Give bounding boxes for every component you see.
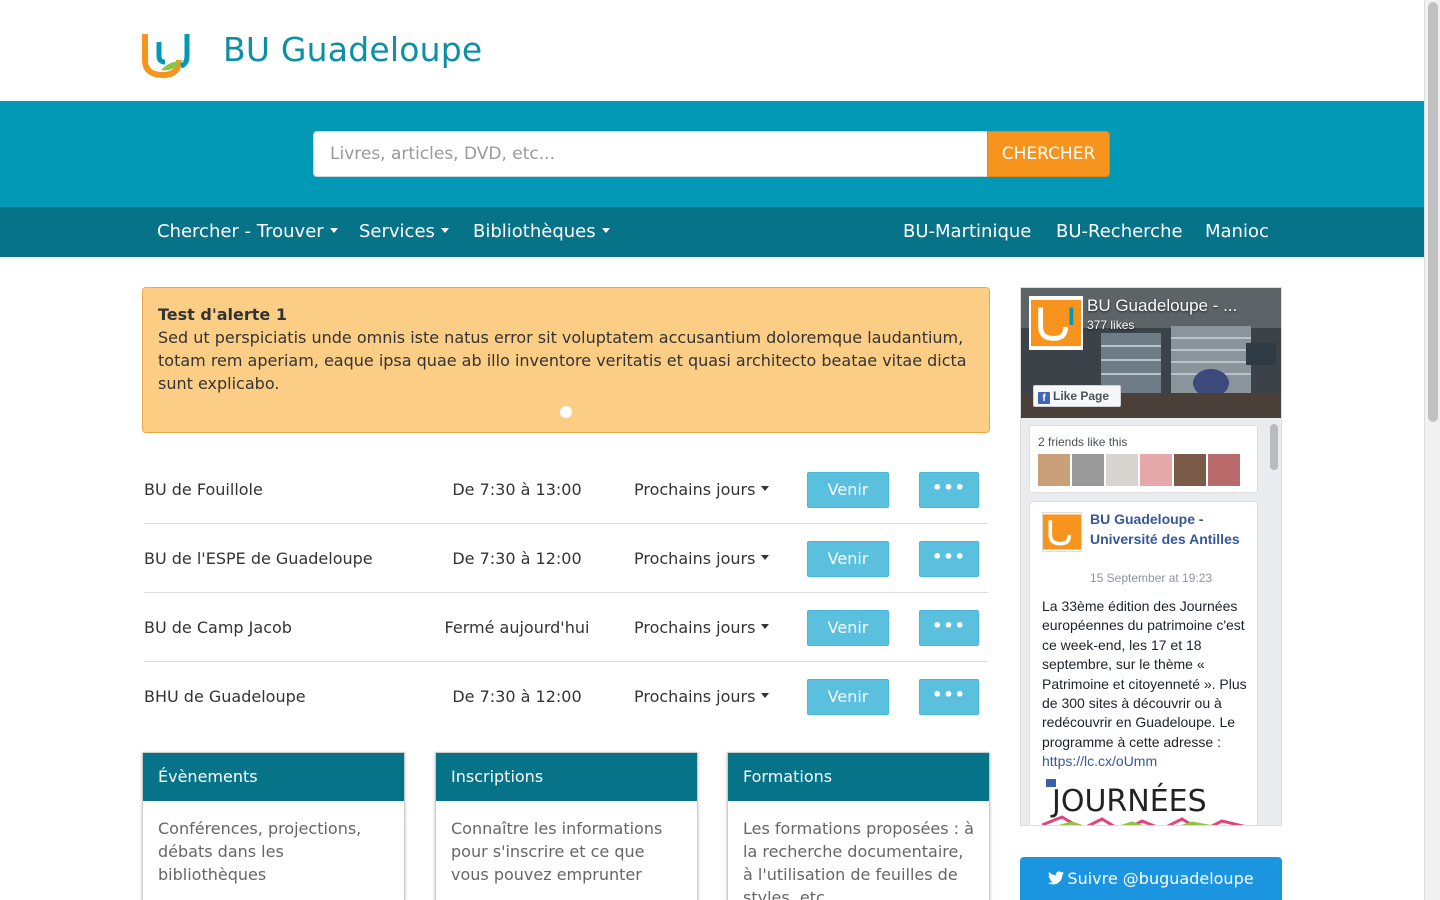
more-button[interactable]: ••• — [919, 610, 979, 646]
nav-label: Services — [359, 221, 435, 242]
library-row: BHU de Guadeloupe De 7:30 à 12:00 Procha… — [144, 662, 988, 731]
panel-title[interactable]: Évènements — [143, 753, 404, 801]
panel-body: Les formations proposées : à la recherch… — [743, 819, 974, 900]
friend-avatar[interactable] — [1072, 454, 1104, 486]
panel-inscriptions[interactable]: Inscriptions Connaître les informations … — [435, 752, 698, 900]
bu-logo[interactable] — [141, 30, 193, 78]
next-days-label: Prochains jours — [634, 480, 756, 499]
twitter-bird-icon — [1048, 871, 1065, 885]
next-days-dropdown[interactable]: Prochains jours — [634, 524, 770, 593]
next-days-label: Prochains jours — [634, 618, 756, 637]
alert-box: Test d'alerte 1 Sed ut perspiciatis unde… — [142, 287, 990, 433]
library-name: BU de l'ESPE de Guadeloupe — [144, 549, 373, 568]
library-row: BU de Fouillole De 7:30 à 13:00 Prochain… — [144, 455, 988, 524]
next-days-dropdown[interactable]: Prochains jours — [634, 662, 770, 731]
post-body: La 33ème édition des Journées européenne… — [1042, 598, 1247, 750]
caret-down-icon — [329, 227, 338, 233]
panel-title[interactable]: Inscriptions — [436, 753, 697, 801]
panel-body: Conférences, projections, débats dans le… — [158, 819, 362, 884]
facebook-like-button[interactable]: f Like Page — [1033, 385, 1121, 407]
post-author-avatar[interactable] — [1042, 512, 1082, 552]
panel-formations[interactable]: Formations Les formations proposées : à … — [727, 752, 990, 900]
facebook-likes-count: 377 likes — [1087, 318, 1135, 332]
search-button[interactable]: CHERCHER — [987, 131, 1110, 177]
friends-like-text: 2 friends like this — [1038, 435, 1128, 449]
site-header: BU Guadeloupe — [0, 0, 1424, 101]
library-name: BU de Fouillole — [144, 480, 263, 499]
twitter-follow-label: Suivre @buguadeloupe — [1067, 869, 1254, 888]
page-scrollbar[interactable] — [1424, 0, 1440, 900]
facebook-page-avatar[interactable] — [1029, 296, 1083, 350]
more-button[interactable]: ••• — [919, 541, 979, 577]
caret-down-icon — [761, 555, 770, 560]
more-button[interactable]: ••• — [919, 679, 979, 715]
panel-body: Connaître les informations pour s'inscri… — [451, 819, 663, 884]
friend-avatar[interactable] — [1174, 454, 1206, 486]
post-text: La 33ème édition des Journées européenne… — [1042, 597, 1252, 772]
venir-button[interactable]: Venir — [807, 541, 889, 577]
facebook-post: BU Guadeloupe - Université des Antilles … — [1029, 501, 1258, 826]
bu-logo-icon — [1043, 514, 1081, 550]
library-hours: De 7:30 à 12:00 — [452, 549, 582, 568]
site-title[interactable]: BU Guadeloupe — [223, 30, 482, 69]
main-nav: Chercher - Trouver Services Bibliothèque… — [0, 207, 1424, 257]
post-image[interactable]: JOURNÉES — [1042, 777, 1247, 826]
facebook-friends-box: 2 friends like this — [1029, 425, 1258, 493]
friend-avatar[interactable] — [1140, 454, 1172, 486]
more-button[interactable]: ••• — [919, 472, 979, 508]
library-row: BU de l'ESPE de Guadeloupe De 7:30 à 12:… — [144, 524, 988, 593]
venir-button[interactable]: Venir — [807, 472, 889, 508]
nav-label: Chercher - Trouver — [157, 221, 324, 242]
carousel-indicator[interactable] — [560, 406, 572, 418]
nav-chercher-trouver[interactable]: Chercher - Trouver — [157, 207, 338, 257]
panel-evenements[interactable]: Évènements Conférences, projections, déb… — [142, 752, 405, 900]
library-hours: Fermé aujourd'hui — [444, 618, 590, 637]
friend-avatar[interactable] — [1106, 454, 1138, 486]
nav-bu-recherche[interactable]: BU-Recherche — [1056, 207, 1183, 257]
next-days-dropdown[interactable]: Prochains jours — [634, 593, 770, 662]
nav-label: Bibliothèques — [473, 221, 596, 242]
caret-down-icon — [761, 624, 770, 629]
library-name: BU de Camp Jacob — [144, 618, 292, 637]
post-link[interactable]: https://lc.cx/oUmm — [1042, 753, 1157, 769]
caret-down-icon — [440, 227, 449, 233]
next-days-label: Prochains jours — [634, 687, 756, 706]
next-days-dropdown[interactable]: Prochains jours — [634, 455, 770, 524]
page-scroll-thumb[interactable] — [1428, 2, 1438, 422]
caret-down-icon — [761, 693, 770, 698]
facebook-scroll-thumb[interactable] — [1270, 424, 1278, 470]
facebook-widget: BU Guadeloupe - ... 377 likes f Like Page… — [1020, 287, 1282, 826]
next-days-label: Prochains jours — [634, 549, 756, 568]
post-author-name[interactable]: BU Guadeloupe - Université des Antilles — [1090, 510, 1240, 549]
friend-avatar[interactable] — [1208, 454, 1240, 486]
venir-button[interactable]: Venir — [807, 610, 889, 646]
facebook-page-name[interactable]: BU Guadeloupe - ... — [1087, 296, 1237, 316]
alert-body: Sed ut perspiciatis unde omnis iste natu… — [158, 328, 967, 393]
post-timestamp[interactable]: 15 September at 19:23 — [1090, 571, 1212, 585]
caret-down-icon — [761, 486, 770, 491]
nav-bu-martinique[interactable]: BU-Martinique — [903, 207, 1031, 257]
like-label: Like Page — [1053, 389, 1110, 403]
library-name: BHU de Guadeloupe — [144, 687, 306, 706]
friend-avatar[interactable] — [1038, 454, 1070, 486]
caret-down-icon — [601, 227, 610, 233]
library-hours: De 7:30 à 12:00 — [452, 687, 582, 706]
bu-logo-icon — [1031, 299, 1081, 347]
alert-title: Test d'alerte 1 — [158, 305, 287, 324]
library-row: BU de Camp Jacob Fermé aujourd'hui Proch… — [144, 593, 988, 662]
search-input[interactable]: Livres, articles, DVD, etc... — [313, 131, 988, 177]
nav-bibliotheques[interactable]: Bibliothèques — [473, 207, 610, 257]
library-hours: De 7:30 à 13:00 — [452, 480, 582, 499]
twitter-follow-button[interactable]: Suivre @buguadeloupe — [1020, 857, 1282, 900]
panel-title[interactable]: Formations — [728, 753, 989, 801]
nav-services[interactable]: Services — [359, 207, 449, 257]
nav-manioc[interactable]: Manioc — [1205, 207, 1269, 257]
facebook-scrollbar[interactable] — [1267, 420, 1281, 825]
facebook-icon: f — [1038, 392, 1050, 404]
venir-button[interactable]: Venir — [807, 679, 889, 715]
post-image-text: JOURNÉES — [1050, 783, 1207, 819]
